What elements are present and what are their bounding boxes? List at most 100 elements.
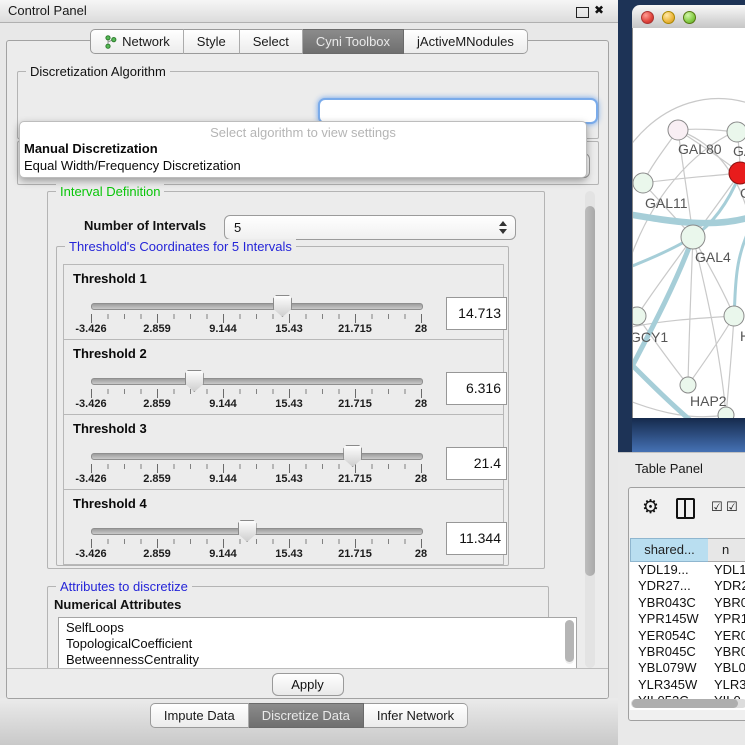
table-row[interactable]: YDR27... YDR2 [630, 578, 745, 594]
network-node-label: GAL80 [678, 141, 722, 157]
cell-name[interactable]: YDL1 [714, 562, 745, 578]
close-traffic-light[interactable] [641, 11, 654, 24]
threshold-value-field[interactable]: 14.713 [446, 297, 507, 330]
list-scrollbar[interactable] [565, 620, 574, 664]
threshold-value-field[interactable]: 21.4 [446, 447, 507, 480]
threshold-slider-track[interactable] [91, 453, 423, 460]
apply-button[interactable]: Apply [272, 673, 344, 696]
table-horizontal-scrollbar[interactable] [631, 699, 745, 708]
network-node-label: C [740, 185, 745, 201]
algorithm-popup: Select algorithm to view settings Manual… [19, 121, 587, 178]
threshold-value-field[interactable]: 11.344 [446, 522, 507, 555]
cell-shared-name[interactable]: YDR27... [638, 578, 691, 594]
checkbox-icon[interactable]: ☑ [726, 500, 738, 515]
threshold-label: Threshold 4 [73, 496, 147, 511]
float-window-icon[interactable] [576, 7, 589, 18]
threshold-value-field[interactable]: 6.316 [446, 372, 507, 405]
threshold-box-4: Threshold 4-3.4262.8599.14415.4321.71528… [63, 489, 504, 565]
cell-shared-name[interactable]: YBL079W [638, 660, 697, 676]
network-view-window: GAL80GACGAL11GAL4GCY1HHAP2 [632, 5, 745, 452]
network-node[interactable] [681, 225, 705, 249]
cell-name[interactable]: YPR1 [714, 611, 745, 627]
network-node[interactable] [724, 306, 744, 326]
control-panel-titlebar: Control Panel ✖ [0, 0, 618, 23]
cell-name[interactable]: YBR0 [714, 644, 745, 660]
checkbox-icon[interactable]: ☑ [711, 500, 723, 515]
network-node[interactable] [718, 407, 734, 418]
gear-icon[interactable]: ⚙ [642, 496, 659, 518]
column-header-name[interactable]: n [708, 538, 745, 562]
right-pane: GAL80GACGAL11GAL4GCY1HHAP2 Table Panel ⚙… [618, 0, 745, 745]
tab-discretize-data[interactable]: Discretize Data [249, 703, 364, 728]
number-of-intervals-value: 5 [234, 216, 241, 239]
zoom-traffic-light[interactable] [683, 11, 696, 24]
threshold-box-1: Threshold 1-3.4262.8599.14415.4321.71528… [63, 264, 504, 340]
table-row[interactable]: YLR345W YLR3 [630, 677, 745, 693]
table-row[interactable]: YBR043C YBR0 [630, 595, 745, 611]
tab-infer-network[interactable]: Infer Network [364, 703, 468, 728]
table-row[interactable]: YER054C YER0 [630, 628, 745, 644]
attribute-item[interactable]: SelfLoops [66, 620, 124, 636]
tab-cyni-toolbox[interactable]: Cyni Toolbox [303, 29, 404, 54]
close-icon[interactable]: ✖ [594, 3, 604, 17]
slider-tick-label: 28 [415, 398, 427, 410]
table-row[interactable]: YPR145W YPR1 [630, 611, 745, 627]
cell-name[interactable]: YBR0 [714, 595, 745, 611]
combo-arrows-icon [498, 219, 507, 236]
slider-tick-label: 28 [415, 473, 427, 485]
cell-name[interactable]: YDR2 [714, 578, 745, 594]
columns-icon[interactable] [676, 498, 695, 519]
tab-jactivemnodules[interactable]: jActiveMNodules [404, 29, 528, 54]
threshold-slider-track[interactable] [91, 378, 423, 385]
minimize-traffic-light[interactable] [662, 11, 675, 24]
threshold-slider-track[interactable] [91, 303, 423, 310]
settings-scrollbar-thumb[interactable] [585, 206, 595, 576]
slider-tick-label: 15.43 [275, 548, 303, 560]
cell-name[interactable]: YER0 [714, 628, 745, 644]
network-node[interactable] [729, 162, 745, 184]
network-node[interactable] [633, 307, 646, 325]
settings-scrollbar[interactable] [585, 191, 595, 668]
cell-shared-name[interactable]: YDL19... [638, 562, 689, 578]
tab-impute-data[interactable]: Impute Data [150, 703, 249, 728]
tab-network[interactable]: Network [90, 29, 184, 54]
algorithm-option-manual[interactable]: Manual Discretization [24, 141, 158, 156]
thresholds-coordinates-group: Threshold's Coordinates for 5 Intervals … [56, 246, 509, 566]
number-of-intervals-combobox[interactable]: 5 [224, 215, 516, 240]
cell-name[interactable]: YLR3 [714, 677, 745, 693]
threshold-label: Threshold 1 [73, 271, 147, 286]
network-node[interactable] [680, 377, 696, 393]
table-row[interactable]: YBL079W YBL0 [630, 660, 745, 676]
threshold-slider-track[interactable] [91, 528, 423, 535]
cell-shared-name[interactable]: YBR043C [638, 595, 696, 611]
table-rows: YDL19...YDL1YDR27...YDR2YBR043CYBR0YPR14… [630, 562, 745, 699]
slider-tick-label: 21.715 [338, 473, 372, 485]
network-node[interactable] [633, 173, 653, 193]
column-header-shared-name[interactable]: shared... [630, 538, 709, 562]
table-row[interactable]: YDL19... YDL1 [630, 562, 745, 578]
cell-shared-name[interactable]: YER054C [638, 628, 696, 644]
cell-shared-name[interactable]: YLR345W [638, 677, 697, 693]
network-node[interactable] [727, 122, 745, 142]
cell-shared-name[interactable]: YPR145W [638, 611, 699, 627]
network-canvas[interactable]: GAL80GACGAL11GAL4GCY1HHAP2 [632, 28, 745, 418]
tab-style[interactable]: Style [184, 29, 240, 54]
slider-tick-label: 21.715 [338, 398, 372, 410]
control-panel-tabbar: NetworkStyleSelectCyni ToolboxjActiveMNo… [0, 29, 618, 54]
cell-shared-name[interactable]: YBR045C [638, 644, 696, 660]
attribute-item[interactable]: BetweennessCentrality [66, 652, 199, 668]
list-scrollbar-thumb[interactable] [565, 620, 574, 662]
discretization-algorithm-label: Discretization Algorithm [26, 64, 170, 79]
table-row[interactable]: YBR045C YBR0 [630, 644, 745, 660]
slider-tick-label: 9.144 [209, 323, 237, 335]
apply-row: Apply [7, 668, 608, 699]
network-node[interactable] [668, 120, 688, 140]
numerical-attributes-list[interactable]: SelfLoopsTopologicalCoefficientBetweenne… [58, 617, 577, 669]
attribute-item[interactable]: TopologicalCoefficient [66, 636, 192, 652]
cell-name[interactable]: YBL0 [714, 660, 745, 676]
algorithm-option-equal-width[interactable]: Equal Width/Frequency Discretization [24, 158, 241, 173]
threshold-box-3: Threshold 3-3.4262.8599.14415.4321.71528… [63, 414, 504, 490]
table-hscrollbar-thumb[interactable] [632, 699, 738, 708]
tab-select[interactable]: Select [240, 29, 303, 54]
control-panel-title: Control Panel [8, 0, 87, 22]
